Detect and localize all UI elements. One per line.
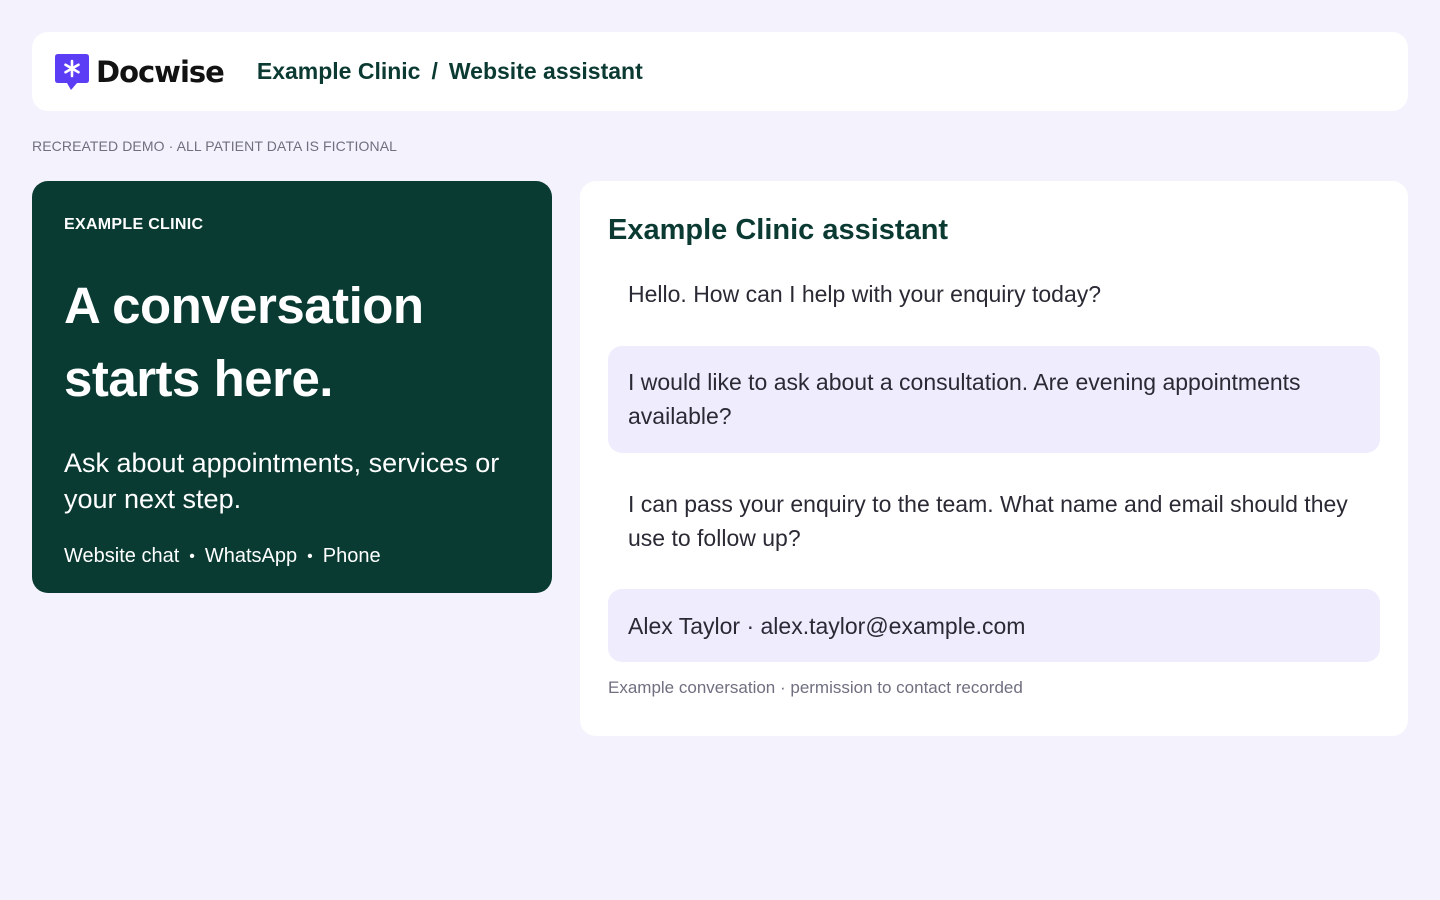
chat-title: Example Clinic assistant: [608, 214, 949, 246]
chat-footer-note: Example conversation · permission to con…: [608, 678, 1023, 697]
hero-card: EXAMPLE CLINIC A conversation starts her…: [32, 181, 552, 593]
assistant-message: Hello. How can I help with your enquiry …: [628, 281, 1102, 307]
assistant-message: I can pass your enquiry to the team. Wha…: [628, 491, 1348, 551]
breadcrumb-clinic[interactable]: Example Clinic: [257, 58, 421, 85]
user-message: Alex Taylor · alex.taylor@example.com: [608, 589, 1380, 662]
logo-text: Docwise: [96, 54, 225, 89]
bullet-separator: •: [307, 547, 313, 565]
user-message: I would like to ask about a consultation…: [608, 346, 1380, 453]
hero-subtitle: Ask about appointments, services or your…: [64, 448, 500, 514]
breadcrumb: Example Clinic / Website assistant: [257, 58, 643, 85]
channel-whatsapp: WhatsApp: [204, 545, 298, 567]
docwise-logo[interactable]: Docwise: [53, 52, 225, 92]
breadcrumb-current-page: Website assistant: [448, 58, 643, 84]
demo-disclaimer: RECREATED DEMO · ALL PATIENT DATA IS FIC…: [32, 138, 398, 154]
breadcrumb-separator: /: [431, 58, 438, 84]
hero-eyebrow: EXAMPLE CLINIC: [64, 216, 204, 233]
hero-heading: A conversation starts here.: [64, 269, 520, 415]
channel-website-chat: Website chat: [64, 545, 180, 567]
bullet-separator: •: [189, 547, 195, 565]
top-bar: Docwise Example Clinic / Website assista…: [32, 32, 1408, 111]
hero-heading-line-1: A conversation: [64, 277, 424, 334]
chat-panel: Example Clinic assistant Hello. How can …: [580, 181, 1408, 736]
channel-list: Website chat • WhatsApp • Phone: [64, 545, 520, 568]
asterisk-chat-bubble-icon: [55, 53, 89, 90]
hero-heading-line-2: starts here.: [64, 350, 333, 407]
channel-phone: Phone: [322, 545, 381, 567]
